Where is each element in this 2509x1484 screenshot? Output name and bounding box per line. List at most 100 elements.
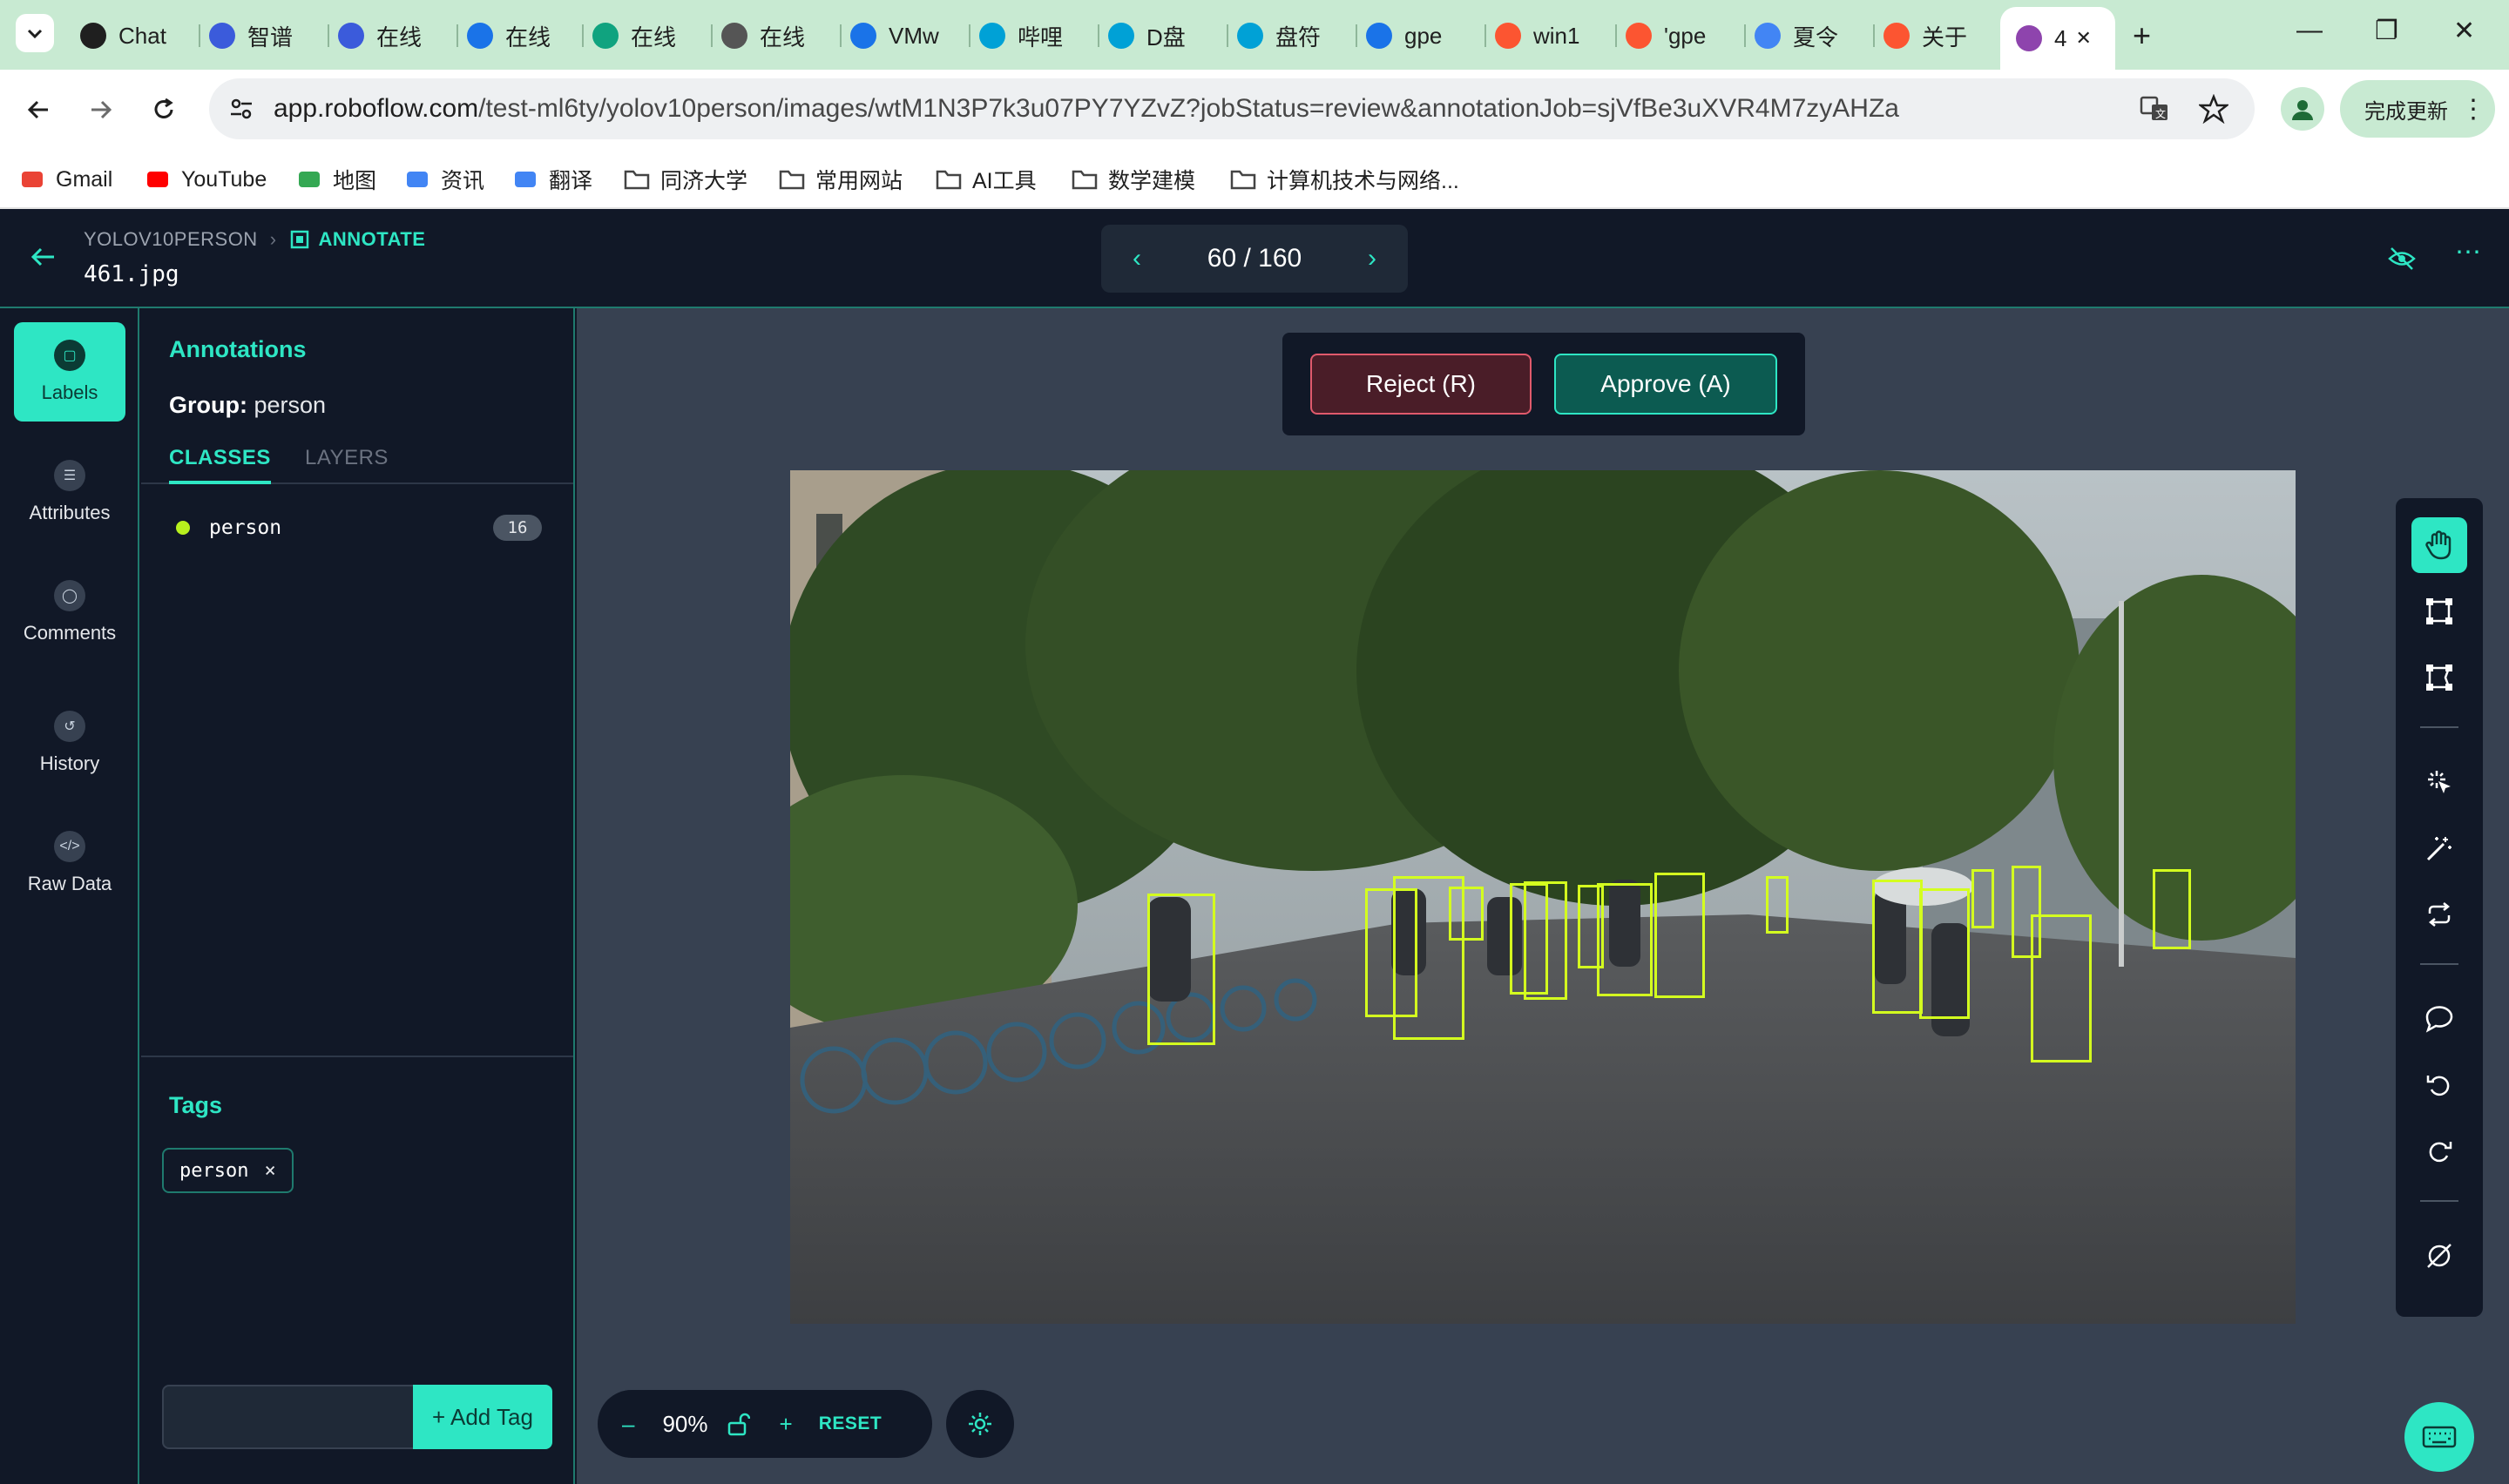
annotated-image[interactable] [790, 470, 2296, 1324]
tab-separator [1873, 24, 1875, 47]
unlock-icon[interactable] [726, 1412, 750, 1436]
repeat-tool[interactable] [2411, 887, 2467, 942]
bookmarks-bar: Gmail YouTube 地图 资讯 翻译 同济大学 常用网站 AI工具 数学建模 计算机技术与… [0, 150, 2509, 209]
comment-tool[interactable] [2411, 991, 2467, 1047]
bookmark-item[interactable]: AI工具 [936, 162, 1037, 197]
translate-icon[interactable]: 文 [2140, 94, 2169, 124]
bbox-person[interactable] [1449, 887, 1484, 941]
bbox-person[interactable] [1597, 883, 1653, 996]
browser-tab[interactable]: 在线 [467, 12, 571, 59]
tab-separator [1227, 24, 1228, 47]
undo-tool[interactable] [2411, 1057, 2467, 1113]
tag-input[interactable] [162, 1385, 415, 1449]
rail-attributes[interactable]: ☰ Attributes [14, 442, 125, 542]
panel-title: Annotations [169, 336, 307, 362]
bounding-box-tool[interactable] [2411, 583, 2467, 639]
bookmark-item[interactable]: 同济大学 [624, 162, 747, 197]
bbox-person[interactable] [1766, 876, 1789, 934]
bookmark-item[interactable]: 地图 [296, 162, 376, 197]
address-bar[interactable]: app.roboflow.com/test-ml6ty/yolov10perso… [209, 78, 2255, 139]
tab-separator [840, 24, 842, 47]
browser-tab[interactable]: D盘 [1108, 12, 1213, 59]
restore-button[interactable]: ❐ [2375, 16, 2398, 46]
browser-tab[interactable]: 盘符 [1237, 12, 1342, 59]
browser-tab[interactable]: win1 [1495, 12, 1599, 59]
breadcrumb-project[interactable]: YOLOV10PERSON [84, 228, 258, 251]
browser-tab[interactable]: gpe [1366, 12, 1471, 59]
rail-raw-data[interactable]: </> Raw Data [14, 813, 125, 913]
tab-layers[interactable]: LAYERS [305, 446, 389, 470]
redo-tool[interactable] [2411, 1123, 2467, 1179]
close-window-button[interactable]: ✕ [2453, 16, 2475, 46]
bookmark-label: AI工具 [972, 169, 1037, 193]
class-row-person[interactable]: person 16 [176, 510, 542, 545]
bookmark-item[interactable]: 资讯 [404, 162, 484, 197]
zoom-out-button[interactable]: – [622, 1411, 634, 1438]
bbox-person[interactable] [1971, 869, 1994, 928]
browser-tab[interactable]: 'gpe [1626, 12, 1730, 59]
app-header: YOLOV10PERSON › ANNOTATE 461.jpg ‹ 60 / … [0, 209, 2509, 308]
bookmark-item[interactable]: 常用网站 [779, 162, 903, 197]
bbox-person[interactable] [1872, 880, 1923, 1014]
zoom-reset-button[interactable]: RESET [819, 1413, 883, 1434]
browser-tab[interactable]: VMw [850, 12, 955, 59]
new-tab-button[interactable]: + [2133, 12, 2167, 59]
bookmark-item[interactable]: Gmail [19, 162, 112, 197]
zoom-in-button[interactable]: + [780, 1411, 793, 1438]
next-image-button[interactable]: › [1368, 244, 1376, 273]
remove-tag-icon[interactable]: × [264, 1160, 275, 1182]
rail-history[interactable]: ↺ History [14, 693, 125, 793]
bookmark-item[interactable]: YouTube [145, 162, 267, 197]
browser-tab[interactable]: 智谱 [209, 12, 314, 59]
update-button[interactable]: 完成更新 ⋮ [2340, 80, 2495, 138]
polygon-tool[interactable] [2411, 650, 2467, 705]
browser-tab[interactable]: 在线 [338, 12, 443, 59]
csdn-icon [1626, 23, 1652, 49]
forward-button[interactable] [80, 89, 122, 131]
back-button[interactable] [17, 89, 59, 131]
smart-select-tool[interactable] [2411, 754, 2467, 810]
visibility-off-icon[interactable] [2387, 244, 2417, 273]
bbox-person[interactable] [2153, 869, 2191, 949]
pan-tool[interactable] [2411, 517, 2467, 573]
rail-labels[interactable]: ▢ Labels [14, 322, 125, 422]
bbox-person[interactable] [2031, 914, 2092, 1062]
browser-tab[interactable]: Chat [80, 12, 185, 59]
page-separator: / [1243, 244, 1251, 273]
tab-search-button[interactable] [16, 14, 54, 52]
bbox-person[interactable] [1147, 894, 1215, 1045]
profile-button[interactable] [2281, 87, 2324, 131]
more-options-icon[interactable]: ⋯ [2455, 237, 2481, 267]
null-annotation-tool[interactable] [2411, 1228, 2467, 1284]
reload-button[interactable] [143, 89, 185, 131]
back-arrow-icon[interactable] [28, 242, 57, 272]
browser-tab[interactable]: 在线 [721, 12, 826, 59]
bookmark-item[interactable]: 计算机技术与网络... [1230, 162, 1459, 197]
star-icon[interactable] [2199, 94, 2228, 124]
bbox-person[interactable] [1654, 873, 1705, 998]
brightness-button[interactable] [946, 1390, 1014, 1458]
browser-tab[interactable]: 关于 [1883, 12, 1988, 59]
magic-wand-tool[interactable] [2411, 820, 2467, 876]
reject-button[interactable]: Reject (R) [1310, 354, 1532, 415]
bookmark-item[interactable]: 数学建模 [1072, 162, 1195, 197]
tab-separator [582, 24, 584, 47]
bbox-person[interactable] [1919, 888, 1970, 1019]
close-tab-icon[interactable]: ✕ [2075, 27, 2091, 50]
browser-tab[interactable]: 哔哩 [979, 12, 1084, 59]
browser-tab[interactable]: 夏令 [1755, 12, 1859, 59]
bookmark-item[interactable]: 翻译 [512, 162, 592, 197]
tab-classes[interactable]: CLASSES [169, 446, 271, 484]
prev-image-button[interactable]: ‹ [1133, 244, 1141, 273]
tab-separator [969, 24, 970, 47]
add-tag-button[interactable]: + Add Tag [413, 1385, 552, 1449]
minimize-button[interactable]: — [2296, 16, 2323, 45]
rail-comments[interactable]: ◯ Comments [14, 563, 125, 662]
bbox-person[interactable] [1524, 881, 1567, 1000]
roboflow-icon [2016, 25, 2042, 51]
browser-tab[interactable]: 在线 [592, 12, 697, 59]
keyboard-shortcuts-button[interactable] [2404, 1402, 2474, 1472]
approve-button[interactable]: Approve (A) [1554, 354, 1777, 415]
browser-tab[interactable]: 4 ✕ [2000, 7, 2115, 70]
annotation-canvas[interactable]: Reject (R) Approve (A) – 90% + RESET [577, 308, 2509, 1484]
